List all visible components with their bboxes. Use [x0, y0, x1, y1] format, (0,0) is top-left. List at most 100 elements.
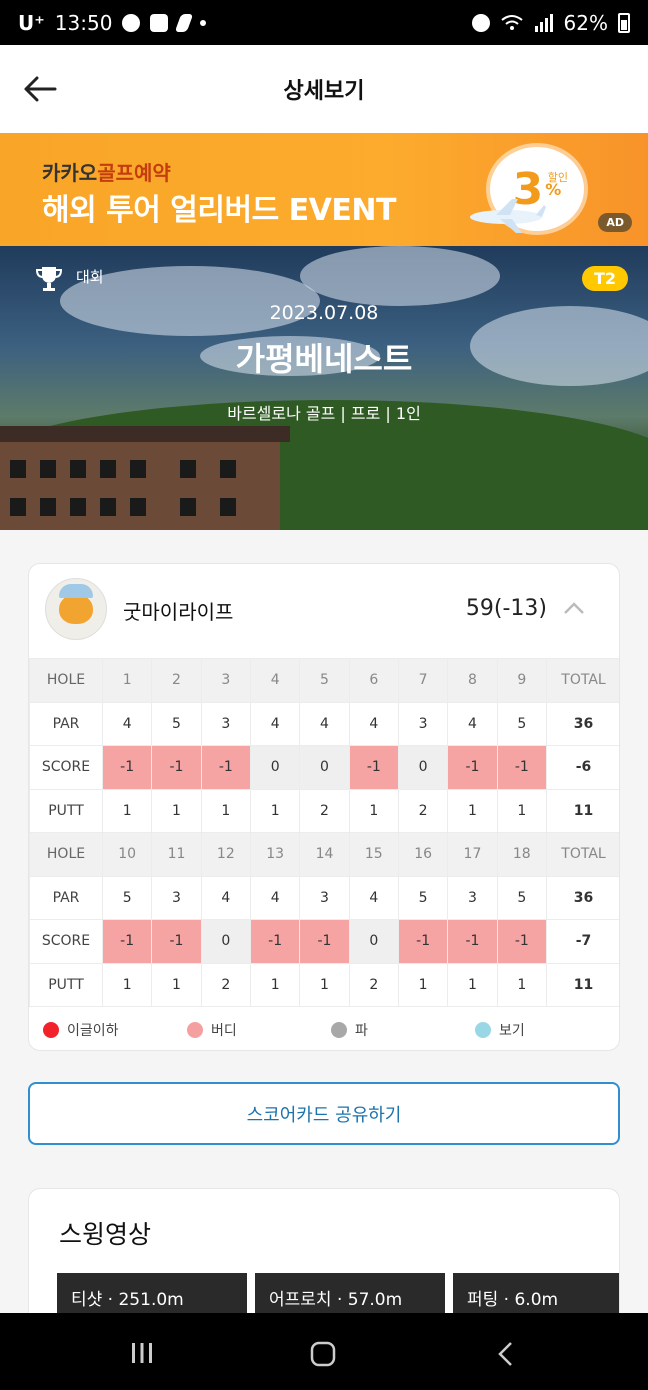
score-cell: 1 [496, 962, 548, 1007]
total-cell: TOTAL [546, 658, 619, 703]
trophy-icon [35, 267, 63, 291]
score-cell: 3 [200, 701, 251, 746]
chevron-up-icon[interactable] [563, 600, 585, 616]
legend-item: 파 [331, 1020, 475, 1040]
video-label: 어프로치 · 57.0m [269, 1290, 403, 1310]
score-cell: 1 [249, 962, 301, 1007]
round-date: 2023.07.08 [269, 302, 379, 324]
score-cell: 15 [348, 832, 399, 877]
back-nav-icon[interactable] [496, 1341, 514, 1367]
legend-dot-icon [187, 1022, 203, 1038]
score-cell: 0 [249, 745, 301, 790]
score-cell: -1 [496, 745, 548, 790]
battery-percent: 62% [563, 10, 608, 35]
score-cell: 11 [151, 832, 202, 877]
score-cell: 1 [249, 788, 301, 833]
score-cell: 3 [397, 701, 449, 746]
score-cell: 1 [101, 962, 153, 1007]
row-label: SCORE [29, 745, 103, 790]
score-cell: 0 [397, 745, 449, 790]
score-cell: 0 [299, 745, 350, 790]
round-meta: 바르셀로나 골프 | 프로 | 1인 [227, 404, 421, 423]
score-cell: -1 [200, 745, 251, 790]
score-cell: 4 [348, 875, 399, 920]
feather-icon [175, 13, 194, 32]
score-cell: -1 [348, 745, 399, 790]
swing-video-section: 스윙영상 티샷 · 251.0m 어프로치 · 57.0m 퍼팅 · 6.0m [28, 1188, 620, 1328]
arrow-left-icon [24, 76, 57, 102]
alarm-icon [471, 13, 490, 32]
legend-label: 보기 [499, 1023, 525, 1039]
score-cell: 2 [151, 658, 202, 703]
legend-dot-icon [331, 1022, 347, 1038]
row-label: PUTT [29, 788, 103, 833]
round-hero: 대회 T2 2023.07.08 가평베네스트 바르셀로나 골프 | 프로 | … [0, 246, 648, 530]
video-label: 티샷 · 251.0m [71, 1290, 184, 1310]
total-score: 59(-13) [465, 596, 547, 621]
ad-label: AD [598, 213, 632, 232]
banner-headline: 해외 투어 얼리버드 EVENT [42, 193, 396, 228]
score-cell: -1 [151, 745, 202, 790]
total-cell: TOTAL [546, 832, 619, 877]
score-cell: -1 [496, 919, 548, 964]
score-cell: 4 [299, 701, 350, 746]
score-cell: -1 [151, 919, 202, 964]
score-cell: 1 [101, 658, 153, 703]
total-cell: -6 [546, 745, 619, 790]
score-cell: 9 [496, 658, 548, 703]
score-cell: 5 [151, 701, 202, 746]
row-label: HOLE [29, 832, 103, 877]
total-cell: 11 [546, 788, 619, 833]
score-cell: 1 [101, 788, 153, 833]
score-cell: 2 [299, 788, 350, 833]
share-scorecard-button[interactable]: 스코어카드 공유하기 [28, 1082, 620, 1145]
score-cell: 3 [447, 875, 498, 920]
legend-item: 이글이하 [43, 1020, 187, 1040]
video-label: 퍼팅 · 6.0m [467, 1290, 559, 1310]
status-bar: U⁺ 13:50 62% [0, 0, 648, 45]
total-cell: 11 [546, 962, 619, 1007]
recent-apps-icon[interactable] [130, 1341, 154, 1365]
score-cell: 13 [249, 832, 301, 877]
ad-banner[interactable]: 카카오골프예약 해외 투어 얼리버드 EVENT 3 % 할인 AD [0, 133, 648, 246]
score-cell: 1 [299, 962, 350, 1007]
score-cell: 2 [200, 962, 251, 1007]
score-cell: 8 [447, 658, 498, 703]
score-cell: 5 [101, 875, 153, 920]
legend-item: 버디 [187, 1020, 331, 1040]
gallery-icon [150, 13, 169, 32]
score-cell: -1 [299, 919, 350, 964]
total-cell: 36 [546, 875, 619, 920]
course-name: 가평베네스트 [235, 340, 413, 378]
score-cell: 3 [200, 658, 251, 703]
facebook-icon [122, 13, 141, 32]
scorecard: 굿마이라이프 59(-13) HOLE 1 2 3 4 5 6 7 8 9 TOTAL PAR 4 5 3 4… [28, 563, 620, 1051]
score-cell: 0 [348, 919, 399, 964]
score-cell: 7 [397, 658, 449, 703]
signal-icon [534, 13, 553, 32]
score-cell: 5 [496, 701, 548, 746]
hole-row: HOLE 1 2 3 4 5 6 7 8 9 TOTAL [29, 658, 619, 703]
banner-brand-prefix: 카카오 [42, 161, 98, 185]
legend-dot-icon [619, 1022, 620, 1038]
score-cell: 18 [496, 832, 548, 877]
score-cell: 5 [496, 875, 548, 920]
player-name: 굿마이라이프 [123, 600, 234, 624]
home-icon[interactable] [310, 1341, 336, 1367]
score-cell: -1 [101, 745, 153, 790]
row-label: SCORE [29, 919, 103, 964]
system-nav-bar [0, 1313, 648, 1390]
airplane-icon [470, 199, 546, 233]
score-cell: 2 [348, 962, 399, 1007]
row-label: PAR [29, 875, 103, 920]
score-cell: 4 [200, 875, 251, 920]
score-cell: 1 [151, 962, 202, 1007]
score-cell: 16 [397, 832, 449, 877]
carrier-label: U⁺ [18, 10, 45, 35]
par-row: PAR 4 5 3 4 4 4 3 4 5 36 [29, 701, 619, 746]
banner-brand-highlight: 골프예약 [97, 161, 171, 185]
back-button[interactable] [18, 67, 62, 111]
row-label: PAR [29, 701, 103, 746]
score-cell: 4 [249, 875, 301, 920]
tee-badge: T2 [581, 266, 628, 291]
